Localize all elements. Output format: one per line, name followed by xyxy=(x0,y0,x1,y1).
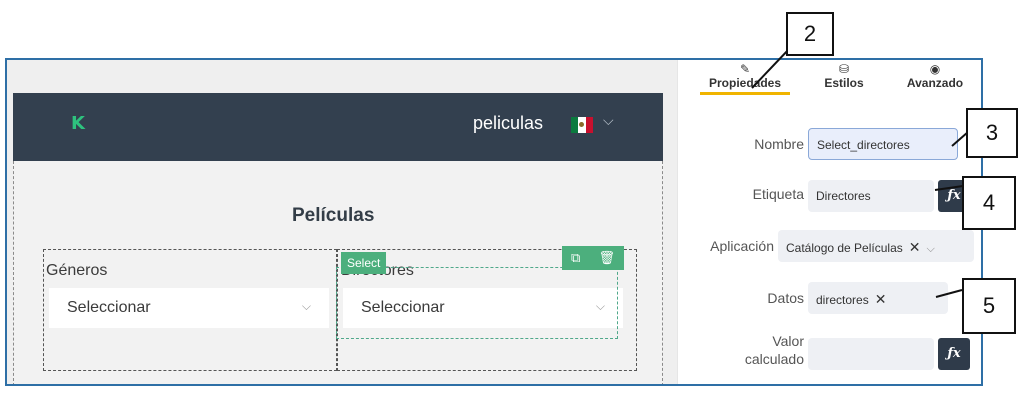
callout-arrows xyxy=(751,47,969,298)
callout-2: 2 xyxy=(786,12,834,56)
callout-3: 3 xyxy=(966,108,1018,158)
callout-5: 5 xyxy=(962,278,1016,334)
screenshot-root: K peliculas ⌵ Películas Géneros Seleccio… xyxy=(0,0,1024,393)
callout-arrow-2 xyxy=(751,47,791,89)
callout-4: 4 xyxy=(962,176,1016,230)
callout-arrow-4 xyxy=(934,185,964,191)
callout-arrow-5 xyxy=(935,289,963,298)
